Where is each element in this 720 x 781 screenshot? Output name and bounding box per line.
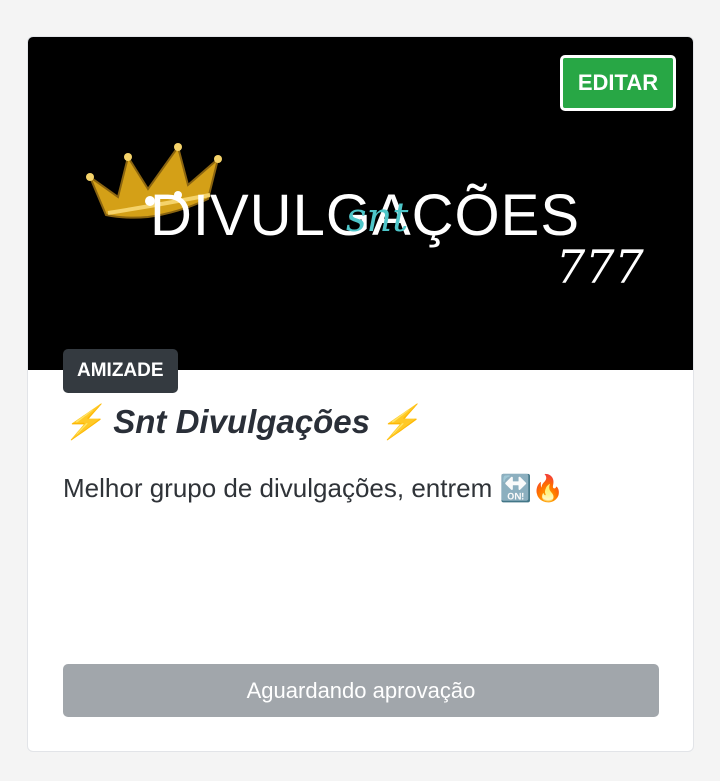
awaiting-approval-button: Aguardando aprovação — [63, 664, 659, 717]
banner-logo-script: snt — [346, 195, 409, 241]
group-title: ⚡ Snt Divulgações ⚡ — [63, 403, 421, 440]
edit-button[interactable]: EDITAR — [560, 55, 676, 111]
group-card: DIVULGAÇÕES snt 777 EDITAR AMIZADE ⚡ Snt… — [27, 36, 694, 752]
banner-logo-number: 777 — [556, 240, 645, 294]
group-description: Melhor grupo de divulgações, entrem 🔛🔥 — [63, 473, 565, 503]
category-badge: AMIZADE — [63, 349, 178, 393]
